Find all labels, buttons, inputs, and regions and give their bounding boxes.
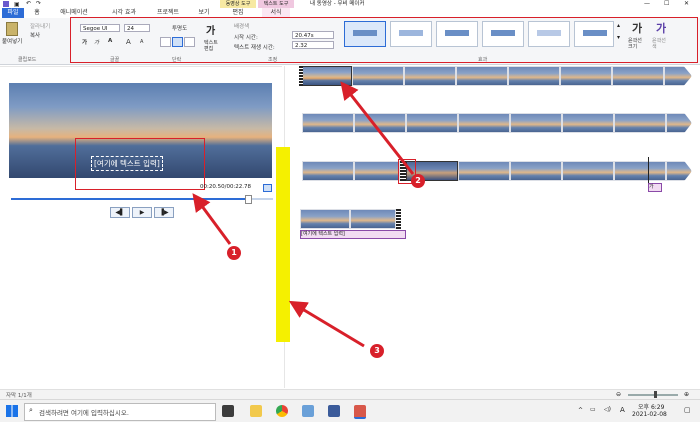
clip-row1-h[interactable] bbox=[664, 66, 692, 86]
clip-row1-c[interactable] bbox=[404, 66, 456, 86]
preview-timecode: 00:20.50/00:22.78 bbox=[200, 184, 252, 190]
clip-row4-a[interactable] bbox=[300, 209, 350, 229]
tray-chevron-icon[interactable]: ^ bbox=[578, 407, 583, 414]
clock-time[interactable]: 오후 6:29 bbox=[638, 402, 664, 411]
start-icon[interactable] bbox=[6, 405, 18, 417]
paste-icon[interactable] bbox=[6, 22, 18, 36]
clip-row1-g[interactable] bbox=[612, 66, 664, 86]
seek-thumb[interactable] bbox=[244, 195, 252, 204]
chrome-icon[interactable] bbox=[276, 405, 288, 417]
play-button[interactable]: ▶ bbox=[132, 207, 152, 218]
copy-button[interactable]: 복사 bbox=[30, 31, 40, 39]
search-placeholder: 검색하려면 여기에 입력하십시오. bbox=[39, 409, 129, 417]
clip-row1-selected[interactable] bbox=[302, 66, 352, 86]
clip-row3-f[interactable] bbox=[614, 161, 666, 181]
left-pane-top-rule bbox=[0, 66, 282, 67]
close-button[interactable]: ✕ bbox=[684, 0, 689, 7]
clip-row2-c[interactable] bbox=[406, 113, 458, 133]
undo-icon[interactable]: ↶ bbox=[26, 0, 31, 7]
store-icon[interactable] bbox=[328, 405, 340, 417]
tab-file[interactable]: 파일 bbox=[2, 8, 24, 18]
clip-row3-b[interactable] bbox=[354, 161, 400, 181]
photos-icon[interactable] bbox=[302, 405, 314, 417]
clip-row1-e[interactable] bbox=[508, 66, 560, 86]
paste-button[interactable]: 붙여넣기 bbox=[2, 37, 22, 45]
taskbar-search-box[interactable]: ⌕ 검색하려면 여기에 입력하십시오. bbox=[24, 403, 216, 421]
context-tab-video: 동영상 도구 bbox=[220, 0, 256, 8]
zoom-slider[interactable] bbox=[628, 394, 678, 396]
clip-row1-f[interactable] bbox=[560, 66, 612, 86]
clip-row3-g[interactable] bbox=[666, 161, 692, 181]
cut-button[interactable]: 잘라내기 bbox=[30, 22, 50, 30]
ime-indicator[interactable]: A bbox=[620, 406, 625, 414]
window-title: 내 동영상 - 무비 메이커 bbox=[310, 1, 365, 7]
movie-maker-icon[interactable] bbox=[354, 405, 366, 419]
tab-home[interactable]: 홈 bbox=[28, 8, 46, 18]
clip-row1-b[interactable] bbox=[352, 66, 404, 86]
taskbar: ⌕ 검색하려면 여기에 입력하십시오. ^ ▭ ◁) A 오후 6:29 202… bbox=[0, 399, 700, 422]
clip-row3-e[interactable] bbox=[562, 161, 614, 181]
task-view-icon[interactable] bbox=[222, 405, 234, 417]
clip-row1-d[interactable] bbox=[456, 66, 508, 86]
clip-row3-d[interactable] bbox=[510, 161, 562, 181]
zoom-in-icon[interactable]: ⊕ bbox=[684, 391, 689, 398]
fullscreen-icon[interactable] bbox=[263, 184, 272, 192]
caption-marker[interactable]: 가 bbox=[648, 183, 662, 192]
annotation-badge-3: 3 bbox=[370, 344, 384, 358]
notification-icon[interactable]: ▢ bbox=[684, 406, 691, 414]
seek-fill bbox=[11, 198, 247, 200]
search-icon: ⌕ bbox=[29, 406, 33, 414]
maximize-button[interactable]: ☐ bbox=[664, 0, 669, 7]
prev-frame-button[interactable]: ◀▌ bbox=[110, 207, 130, 218]
end-marker-icon bbox=[396, 209, 401, 229]
clip-row2-e[interactable] bbox=[510, 113, 562, 133]
save-icon[interactable]: ▣ bbox=[14, 1, 20, 8]
preview-text-highlight-box bbox=[75, 138, 205, 190]
filmstrip-icon bbox=[299, 66, 303, 86]
zoom-thumb[interactable] bbox=[654, 391, 657, 398]
divider-highlight bbox=[276, 147, 290, 342]
annotation-badge-2: 2 bbox=[411, 174, 425, 188]
clip-row3-a[interactable] bbox=[302, 161, 354, 181]
clip-row2-b[interactable] bbox=[354, 113, 406, 133]
clip-row2-a[interactable] bbox=[302, 113, 354, 133]
volume-icon[interactable]: ◁) bbox=[604, 406, 611, 413]
network-icon[interactable]: ▭ bbox=[590, 406, 596, 413]
clip-row2-d[interactable] bbox=[458, 113, 510, 133]
context-tab-text: 텍스트 도구 bbox=[258, 0, 294, 8]
seek-track[interactable] bbox=[11, 198, 273, 200]
clock-date[interactable]: 2021-02-08 bbox=[632, 411, 667, 418]
redo-icon[interactable]: ↷ bbox=[36, 0, 41, 7]
clip-row4-b[interactable] bbox=[350, 209, 396, 229]
annotation-badge-1: 1 bbox=[227, 246, 241, 260]
clip-row2-f[interactable] bbox=[562, 113, 614, 133]
clip-row2-h[interactable] bbox=[666, 113, 692, 133]
group-clipboard: 클립보드 bbox=[18, 57, 37, 63]
clip-row2-g[interactable] bbox=[614, 113, 666, 133]
minimize-button[interactable]: — bbox=[644, 0, 650, 7]
app-icon bbox=[3, 1, 9, 7]
status-text: 자막 1/1개 bbox=[6, 393, 32, 399]
zoom-out-icon[interactable]: ⊖ bbox=[616, 391, 621, 398]
caption-bar[interactable]: [여기에 텍스트 입력] bbox=[300, 230, 406, 239]
next-frame-button[interactable]: ▐▶ bbox=[154, 207, 174, 218]
storyboard: 가 [여기에 텍스트 입력] bbox=[296, 66, 700, 389]
ribbon-highlight-box bbox=[70, 17, 698, 63]
file-explorer-icon[interactable] bbox=[250, 405, 262, 417]
clip-row3-c[interactable] bbox=[458, 161, 510, 181]
arrow-1 bbox=[192, 193, 232, 245]
